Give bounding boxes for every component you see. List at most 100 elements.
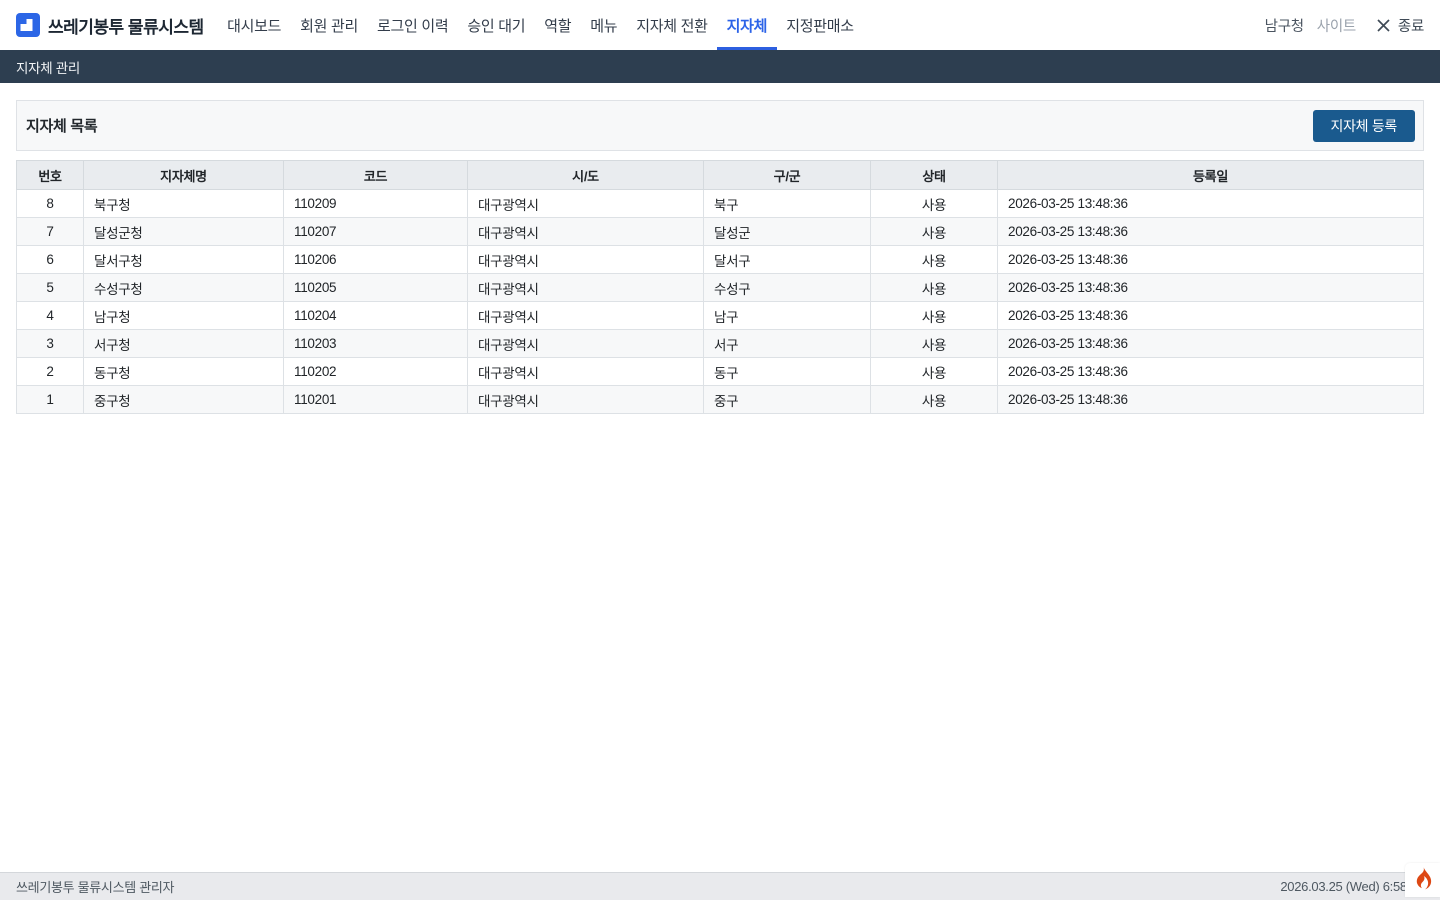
cell-시/도: 대구광역시	[468, 218, 704, 246]
cell-구/군: 중구	[704, 386, 871, 414]
footer-admin-label: 쓰레기봉투 물류시스템 관리자	[16, 877, 174, 896]
cell-지자체명: 달서구청	[84, 246, 284, 274]
cell-시/도: 대구광역시	[468, 246, 704, 274]
table-row[interactable]: 7달성군청110207대구광역시달성군사용2026-03-25 13:48:36	[17, 218, 1424, 246]
gov-table: 번호지자체명코드시/도구/군상태등록일 8북구청110209대구광역시북구사용2…	[16, 160, 1424, 414]
x-icon	[1376, 18, 1391, 33]
page-title-bar: 지자체 관리	[0, 50, 1440, 83]
cell-시/도: 대구광역시	[468, 190, 704, 218]
table-row[interactable]: 8북구청110209대구광역시북구사용2026-03-25 13:48:36	[17, 190, 1424, 218]
nav-item-1[interactable]: 회원 관리	[291, 0, 368, 50]
exit-label: 종료	[1398, 15, 1424, 36]
cell-상태: 사용	[871, 330, 998, 358]
table-row[interactable]: 1중구청110201대구광역시중구사용2026-03-25 13:48:36	[17, 386, 1424, 414]
col-header-2: 코드	[284, 161, 468, 190]
page-title: 지자체 관리	[16, 57, 80, 77]
table-row[interactable]: 4남구청110204대구광역시남구사용2026-03-25 13:48:36	[17, 302, 1424, 330]
col-header-5: 상태	[871, 161, 998, 190]
main-nav: 대시보드회원 관리로그인 이력승인 대기역할메뉴지자체 전환지자체지정판매소	[218, 0, 864, 50]
col-header-4: 구/군	[704, 161, 871, 190]
cell-등록일: 2026-03-25 13:48:36	[998, 302, 1424, 330]
cell-지자체명: 중구청	[84, 386, 284, 414]
cell-상태: 사용	[871, 190, 998, 218]
debug-toolbar-toggle[interactable]	[1405, 863, 1440, 897]
nav-item-5[interactable]: 메뉴	[581, 0, 627, 50]
cell-상태: 사용	[871, 274, 998, 302]
topnav-right: 남구청 사이트 종료	[1265, 15, 1424, 36]
cell-구/군: 달성군	[704, 218, 871, 246]
cell-상태: 사용	[871, 246, 998, 274]
cell-지자체명: 달성군청	[84, 218, 284, 246]
cell-상태: 사용	[871, 358, 998, 386]
cell-코드: 110209	[284, 190, 468, 218]
cell-상태: 사용	[871, 386, 998, 414]
nav-item-6[interactable]: 지자체 전환	[627, 0, 717, 50]
panel-title: 지자체 목록	[26, 115, 97, 136]
cell-지자체명: 서구청	[84, 330, 284, 358]
cell-시/도: 대구광역시	[468, 274, 704, 302]
nav-item-7[interactable]: 지자체	[717, 0, 777, 50]
cell-시/도: 대구광역시	[468, 330, 704, 358]
app-title: 쓰레기봉투 물류시스템	[48, 13, 204, 38]
cell-등록일: 2026-03-25 13:48:36	[998, 218, 1424, 246]
col-header-1: 지자체명	[84, 161, 284, 190]
cell-구/군: 달서구	[704, 246, 871, 274]
cell-등록일: 2026-03-25 13:48:36	[998, 330, 1424, 358]
top-navigation-bar: 쓰레기봉투 물류시스템 대시보드회원 관리로그인 이력승인 대기역할메뉴지자체 …	[0, 0, 1440, 50]
brand[interactable]: 쓰레기봉투 물류시스템	[16, 13, 204, 38]
cell-시/도: 대구광역시	[468, 358, 704, 386]
cell-번호: 6	[17, 246, 84, 274]
nav-item-2[interactable]: 로그인 이력	[368, 0, 458, 50]
cell-번호: 3	[17, 330, 84, 358]
cell-상태: 사용	[871, 302, 998, 330]
table-row[interactable]: 3서구청110203대구광역시서구사용2026-03-25 13:48:36	[17, 330, 1424, 358]
panel-header: 지자체 목록 지자체 등록	[16, 100, 1424, 151]
current-org-label: 남구청	[1265, 15, 1304, 36]
col-header-6: 등록일	[998, 161, 1424, 190]
cell-코드: 110201	[284, 386, 468, 414]
cell-등록일: 2026-03-25 13:48:36	[998, 246, 1424, 274]
cell-번호: 1	[17, 386, 84, 414]
register-gov-button[interactable]: 지자체 등록	[1313, 110, 1416, 142]
main-content: 지자체 목록 지자체 등록 번호지자체명코드시/도구/군상태등록일 8북구청11…	[0, 83, 1440, 414]
exit-button[interactable]: 종료	[1376, 15, 1424, 36]
cell-번호: 8	[17, 190, 84, 218]
cell-코드: 110207	[284, 218, 468, 246]
cell-코드: 110204	[284, 302, 468, 330]
table-header-row: 번호지자체명코드시/도구/군상태등록일	[17, 161, 1424, 190]
cell-구/군: 동구	[704, 358, 871, 386]
footer-bar: 쓰레기봉투 물류시스템 관리자 2026.03.25 (Wed) 6:58:21	[0, 872, 1440, 900]
cell-번호: 7	[17, 218, 84, 246]
cell-등록일: 2026-03-25 13:48:36	[998, 190, 1424, 218]
cell-등록일: 2026-03-25 13:48:36	[998, 274, 1424, 302]
nav-item-8[interactable]: 지정판매소	[777, 0, 864, 50]
table-row[interactable]: 6달서구청110206대구광역시달서구사용2026-03-25 13:48:36	[17, 246, 1424, 274]
cell-번호: 5	[17, 274, 84, 302]
cell-번호: 4	[17, 302, 84, 330]
cell-구/군: 북구	[704, 190, 871, 218]
nav-item-0[interactable]: 대시보드	[218, 0, 291, 50]
cell-지자체명: 남구청	[84, 302, 284, 330]
table-row[interactable]: 2동구청110202대구광역시동구사용2026-03-25 13:48:36	[17, 358, 1424, 386]
cell-코드: 110202	[284, 358, 468, 386]
cell-코드: 110205	[284, 274, 468, 302]
cell-지자체명: 북구청	[84, 190, 284, 218]
cell-시/도: 대구광역시	[468, 386, 704, 414]
cell-등록일: 2026-03-25 13:48:36	[998, 358, 1424, 386]
cell-지자체명: 수성구청	[84, 274, 284, 302]
col-header-3: 시/도	[468, 161, 704, 190]
cell-구/군: 남구	[704, 302, 871, 330]
footer-datetime: 2026.03.25 (Wed) 6:58:21	[1280, 879, 1424, 894]
cell-상태: 사용	[871, 218, 998, 246]
logo-icon	[16, 13, 40, 37]
cell-번호: 2	[17, 358, 84, 386]
cell-구/군: 서구	[704, 330, 871, 358]
site-link[interactable]: 사이트	[1317, 15, 1356, 36]
cell-코드: 110206	[284, 246, 468, 274]
table-row[interactable]: 5수성구청110205대구광역시수성구사용2026-03-25 13:48:36	[17, 274, 1424, 302]
nav-item-3[interactable]: 승인 대기	[458, 0, 535, 50]
nav-item-4[interactable]: 역할	[535, 0, 581, 50]
col-header-0: 번호	[17, 161, 84, 190]
flame-icon	[1413, 867, 1432, 893]
cell-구/군: 수성구	[704, 274, 871, 302]
